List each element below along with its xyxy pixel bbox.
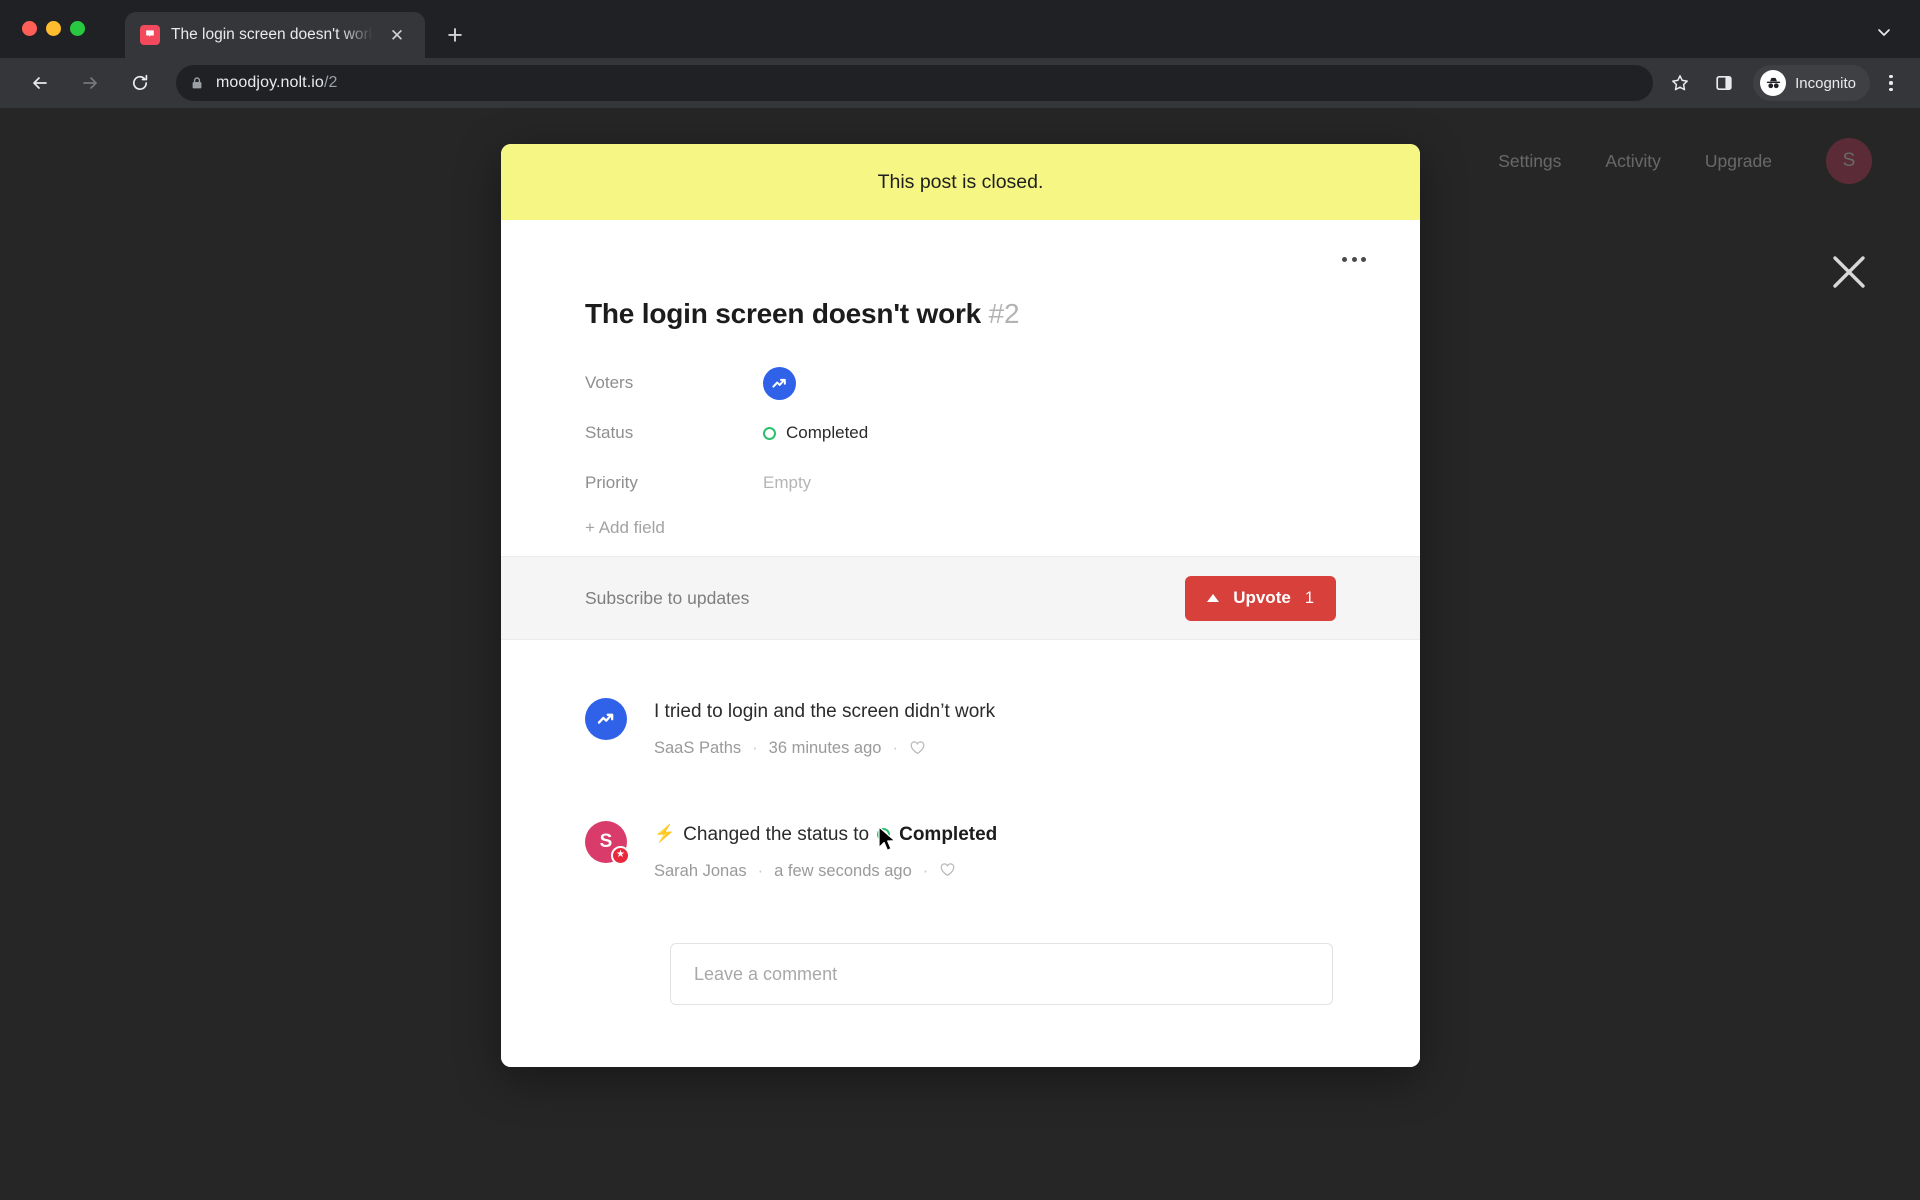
activity-author: Sarah Jonas [654,861,747,880]
window-controls [22,21,85,36]
window-maximize-button[interactable] [70,21,85,36]
voter-avatar[interactable] [763,366,796,400]
feed-content: I tried to login and the screen didn’t w… [654,698,995,759]
bolt-icon: ⚡ [654,823,676,843]
post-closed-banner-text: This post is closed. [877,170,1044,193]
lock-icon [190,76,204,90]
upvote-label: Upvote [1233,588,1291,607]
upvote-button[interactable]: Upvote 1 [1185,575,1336,621]
page-title: The login screen doesn't work #2 [585,298,1420,330]
comment-input-placeholder: Leave a comment [694,963,838,984]
url-host: moodjoy.nolt.io [216,74,324,91]
post-detail-modal: This post is closed. The login screen do… [501,144,1420,1068]
list-item: S ★ ⚡ Changed the status to Completed Sa… [585,820,1336,882]
field-value-voters[interactable] [763,366,796,400]
address-bar[interactable]: moodjoy.nolt.io/2 [176,65,1654,101]
add-field-button[interactable]: + Add field [585,518,1420,538]
url-path: /2 [323,74,338,91]
avatar-wrapper: S ★ [585,820,630,865]
post-closed-banner: This post is closed. [501,144,1420,220]
browser-tab[interactable]: The login screen doesn't work ✕ [125,12,425,58]
meta-separator: · [752,739,758,758]
activity-timestamp: a few seconds ago [774,861,912,880]
browser-toolbar: moodjoy.nolt.io/2 Incognito [0,58,1920,108]
nav-link-settings[interactable]: Settings [1498,151,1561,172]
close-icon[interactable] [1822,245,1876,299]
status-value: Completed [786,423,869,442]
post-field-list: Voters Status Completed Priority Empty [585,358,1420,508]
post-title-text: The login screen doesn't work [585,298,982,329]
activity-feed: I tried to login and the screen didn’t w… [501,640,1420,1006]
status-change-label: Changed the status to [683,823,870,845]
address-bar-url: moodjoy.nolt.io/2 [216,74,337,92]
tab-close-button[interactable]: ✕ [384,22,410,48]
nav-link-upgrade[interactable]: Upgrade [1705,151,1772,172]
status-value: Completed [899,823,998,845]
list-item: I tried to login and the screen didn’t w… [585,698,1336,759]
subscribe-to-updates-button[interactable]: Subscribe to updates [585,588,749,609]
heart-icon[interactable] [939,861,956,881]
tab-strip: The login screen doesn't work ✕ + [125,12,475,58]
new-tab-button[interactable]: + [435,15,475,55]
chevron-down-icon[interactable] [1870,18,1898,46]
comment-timestamp: 36 minutes ago [768,739,882,758]
nav-link-activity[interactable]: Activity [1605,151,1660,172]
back-arrow-icon[interactable] [22,65,58,101]
meta-separator: · [922,861,929,880]
caret-up-icon [1207,594,1220,602]
comment-input[interactable]: Leave a comment [670,943,1333,1006]
post-body: The login screen doesn't work #2 Voters … [501,242,1420,556]
meta-separator: · [757,861,764,880]
more-options-icon[interactable] [1332,242,1376,276]
field-label-priority: Priority [585,473,638,492]
activity-meta: Sarah Jonas · a few seconds ago · [654,861,997,881]
admin-star-badge: ★ [611,845,630,865]
field-label-status: Status [585,423,634,442]
three-dot-menu-icon[interactable] [1876,66,1906,100]
upvote-count: 1 [1304,588,1314,607]
avatar[interactable]: S [1826,138,1872,184]
comment-author: SaaS Paths [654,739,742,758]
feed-content: ⚡ Changed the status to Completed Sarah … [654,821,997,882]
post-action-bar: Subscribe to updates Upvote 1 [501,556,1420,640]
side-panel-icon[interactable] [1707,66,1741,100]
window-minimize-button[interactable] [46,21,61,36]
field-value-priority[interactable]: Empty [763,473,811,493]
status-dot-icon [763,426,776,440]
saas-paths-avatar[interactable] [585,698,627,740]
forward-arrow-icon[interactable] [72,65,108,101]
window-close-button[interactable] [22,21,37,36]
nolt-flag-icon [140,25,160,45]
meta-separator: · [892,739,898,758]
field-row-voters: Voters [585,358,1420,408]
heart-icon[interactable] [909,739,926,759]
status-dot-icon [877,827,891,841]
field-row-priority: Priority Empty [585,458,1420,508]
comment-meta: SaaS Paths · 36 minutes ago · [654,739,995,759]
status-badge: Completed [877,822,997,848]
avatar-wrapper [585,698,627,740]
modal-bottom-padding [501,1005,1420,1068]
incognito-icon [1760,70,1787,96]
profile-label: Incognito [1795,74,1856,92]
page-backdrop: Settings Activity Upgrade S This post is… [0,108,1920,1200]
reload-icon[interactable] [122,65,158,101]
status-badge[interactable]: Completed [763,423,868,443]
star-icon[interactable] [1663,66,1697,100]
tab-title: The login screen doesn't work [171,26,373,43]
browser-chrome: The login screen doesn't work ✕ + moodjo… [0,0,1920,108]
post-number: #2 [988,298,1020,329]
field-label-voters: Voters [585,373,634,392]
field-row-status: Status Completed [585,408,1420,458]
browser-titlebar: The login screen doesn't work ✕ + [0,0,1920,58]
app-top-nav: Settings Activity Upgrade S [1498,138,1872,184]
status-change-text: ⚡ Changed the status to Completed [654,822,997,848]
comment-text: I tried to login and the screen didn’t w… [654,701,996,722]
profile-button[interactable]: Incognito [1753,65,1870,101]
